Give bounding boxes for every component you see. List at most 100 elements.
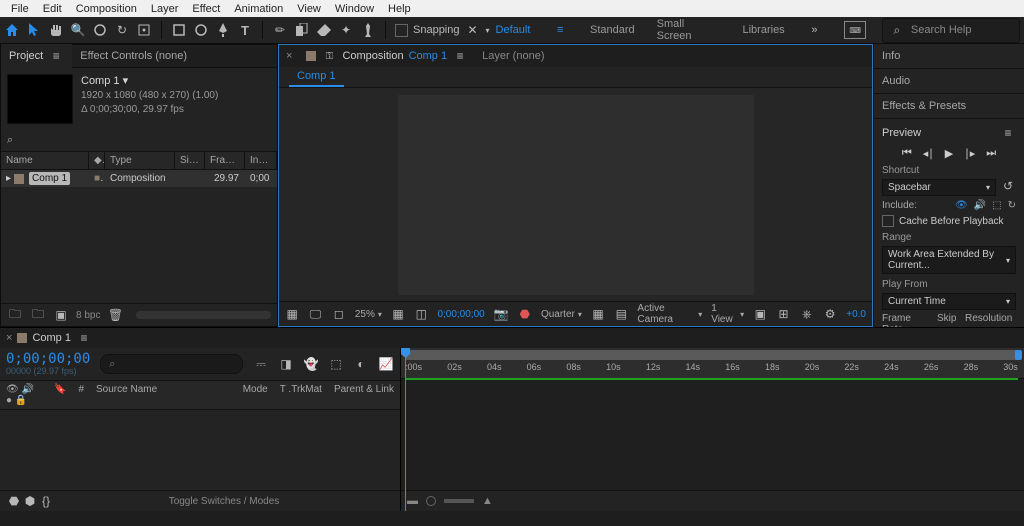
- fast-preview-icon[interactable]: ▦: [591, 306, 605, 322]
- menu-edit[interactable]: Edit: [36, 1, 69, 17]
- tab-project[interactable]: Project ≡: [1, 44, 72, 68]
- range-select[interactable]: Work Area Extended By Current...▾: [882, 246, 1016, 274]
- close-tab-icon[interactable]: ×: [279, 46, 299, 66]
- menu-file[interactable]: File: [4, 1, 36, 17]
- menu-layer[interactable]: Layer: [144, 1, 186, 17]
- panel-menu-icon[interactable]: ≡: [76, 330, 92, 346]
- current-time[interactable]: 0;00;00;00: [437, 309, 484, 320]
- project-row[interactable]: ▸Comp 1 ■ Composition 29.97 0;00: [1, 170, 277, 187]
- zoom-level[interactable]: 25%▾: [355, 309, 382, 320]
- lock-icon[interactable]: ⚿: [321, 48, 337, 64]
- orbit-tool-icon[interactable]: [92, 22, 108, 38]
- comp-tab[interactable]: ⚿ Composition Comp 1 ≡: [299, 44, 475, 68]
- last-frame-icon[interactable]: ⏭: [986, 147, 996, 160]
- playfrom-select[interactable]: Current Time▾: [882, 293, 1016, 310]
- timeline-icon[interactable]: ▤: [614, 306, 628, 322]
- keyboard-icon[interactable]: ⌨: [844, 21, 866, 39]
- always-preview-icon[interactable]: ▦: [285, 306, 299, 322]
- view-layout[interactable]: 1 View▾: [711, 303, 744, 325]
- menu-view[interactable]: View: [290, 1, 328, 17]
- panel-menu-icon[interactable]: ≡: [452, 48, 468, 64]
- motion-blur-icon[interactable]: ◐: [353, 356, 369, 372]
- timeline-tab[interactable]: Comp 1: [32, 332, 71, 344]
- frame-blend-icon[interactable]: ⬚: [328, 356, 344, 372]
- zoom-tool-icon[interactable]: 🔍: [70, 22, 86, 38]
- anchor-tool-icon[interactable]: [136, 22, 152, 38]
- col-name[interactable]: Name: [1, 152, 89, 169]
- tab-effect-controls[interactable]: Effect Controls (none): [72, 46, 195, 66]
- menu-window[interactable]: Window: [328, 1, 381, 17]
- menu-composition[interactable]: Composition: [69, 1, 144, 17]
- audio-panel[interactable]: Audio: [874, 69, 1024, 94]
- col-size[interactable]: Size: [175, 152, 205, 169]
- eraser-tool-icon[interactable]: [316, 22, 332, 38]
- switches-icon[interactable]: ⬣: [6, 493, 22, 509]
- composition-canvas[interactable]: [398, 95, 754, 295]
- draft-3d-icon[interactable]: ◨: [278, 356, 294, 372]
- first-frame-icon[interactable]: ⏮: [902, 147, 912, 160]
- workspace-overflow-icon[interactable]: »: [807, 22, 823, 38]
- menu-effect[interactable]: Effect: [185, 1, 227, 17]
- shy-icon[interactable]: 👻: [303, 356, 319, 372]
- play-icon[interactable]: ▶: [945, 147, 953, 160]
- selection-tool-icon[interactable]: [26, 22, 42, 38]
- nav-comp-link[interactable]: Comp 1: [289, 67, 344, 87]
- timeline-navigator[interactable]: ▬ ▲: [401, 490, 1024, 511]
- rectangle-tool-icon[interactable]: [171, 22, 187, 38]
- close-tab-icon[interactable]: ×: [6, 332, 12, 344]
- timeline-timecode[interactable]: 0;00;00;00: [6, 352, 90, 366]
- effects-panel[interactable]: Effects & Presets: [874, 94, 1024, 119]
- new-comp-icon[interactable]: ▣: [53, 307, 69, 323]
- col-framerate[interactable]: Frame R...: [205, 152, 245, 169]
- workspace-standard[interactable]: Standard: [590, 24, 635, 36]
- exposure[interactable]: +0.0: [846, 309, 866, 320]
- project-scrollbar[interactable]: [136, 311, 271, 319]
- col-lock[interactable]: 🔖: [54, 384, 66, 406]
- ellipse-tool-icon[interactable]: [193, 22, 209, 38]
- col-type[interactable]: Type: [105, 152, 175, 169]
- bpc-toggle[interactable]: 8 bpc: [76, 310, 100, 321]
- roto-tool-icon[interactable]: ✦: [338, 22, 354, 38]
- help-search[interactable]: ⌕ Search Help: [882, 18, 1020, 43]
- col-source[interactable]: Source Name: [96, 384, 231, 406]
- pixel-ratio-icon[interactable]: ▣: [753, 306, 767, 322]
- camera-select[interactable]: Active Camera▾: [637, 303, 702, 325]
- shortcut-select[interactable]: Spacebar▾: [882, 179, 996, 196]
- next-frame-icon[interactable]: ∣▸: [964, 147, 975, 160]
- menu-help[interactable]: Help: [381, 1, 418, 17]
- transparency-grid-icon[interactable]: 🖵: [308, 306, 322, 322]
- type-tool-icon[interactable]: T: [237, 22, 253, 38]
- timeline-search[interactable]: ⌕: [100, 354, 243, 374]
- snapping-toggle[interactable]: Snapping ✕ ▾: [395, 22, 490, 38]
- toggle-switches[interactable]: Toggle Switches / Modes: [54, 496, 394, 507]
- interpret-footage-icon[interactable]: 🗀: [7, 307, 23, 323]
- clone-tool-icon[interactable]: [294, 22, 310, 38]
- guides-icon[interactable]: ⊞: [776, 306, 790, 322]
- include-overlay-icon[interactable]: ⬚: [992, 200, 1001, 211]
- prev-frame-icon[interactable]: ◂∣: [923, 147, 934, 160]
- new-folder-icon[interactable]: 🗀: [30, 307, 46, 323]
- in-out-icon[interactable]: {}: [38, 493, 54, 509]
- cache-checkbox[interactable]: Cache Before Playback: [882, 215, 1016, 227]
- pen-tool-icon[interactable]: [215, 22, 231, 38]
- rotation-tool-icon[interactable]: ↻: [114, 22, 130, 38]
- playhead[interactable]: [405, 348, 406, 511]
- roi-icon[interactable]: ◫: [414, 306, 428, 322]
- col-trkmat[interactable]: T .TrkMat: [280, 384, 322, 406]
- col-tag[interactable]: ◆: [89, 152, 105, 169]
- graph-editor-icon[interactable]: 📈: [378, 356, 394, 372]
- work-area-end[interactable]: [1015, 350, 1022, 360]
- comp-thumbnail[interactable]: [7, 74, 73, 124]
- panel-menu-icon[interactable]: ≡: [1000, 125, 1016, 141]
- workspace-default[interactable]: Default: [496, 24, 531, 36]
- resolution-icon[interactable]: ▦: [391, 306, 405, 322]
- renderer-icon[interactable]: ⚙: [823, 306, 837, 322]
- time-ruler[interactable]: :00s02s04s06s 08s10s12s14s 16s18s20s22s …: [401, 348, 1024, 379]
- home-icon[interactable]: [4, 22, 20, 38]
- mask-icon[interactable]: ◻: [332, 306, 346, 322]
- workspace-menu-icon[interactable]: ≡: [552, 22, 568, 38]
- hand-tool-icon[interactable]: [48, 22, 64, 38]
- reset-icon[interactable]: ↺: [1000, 178, 1016, 194]
- channel-icon[interactable]: ⬣: [518, 306, 532, 322]
- info-panel[interactable]: Info: [874, 44, 1024, 69]
